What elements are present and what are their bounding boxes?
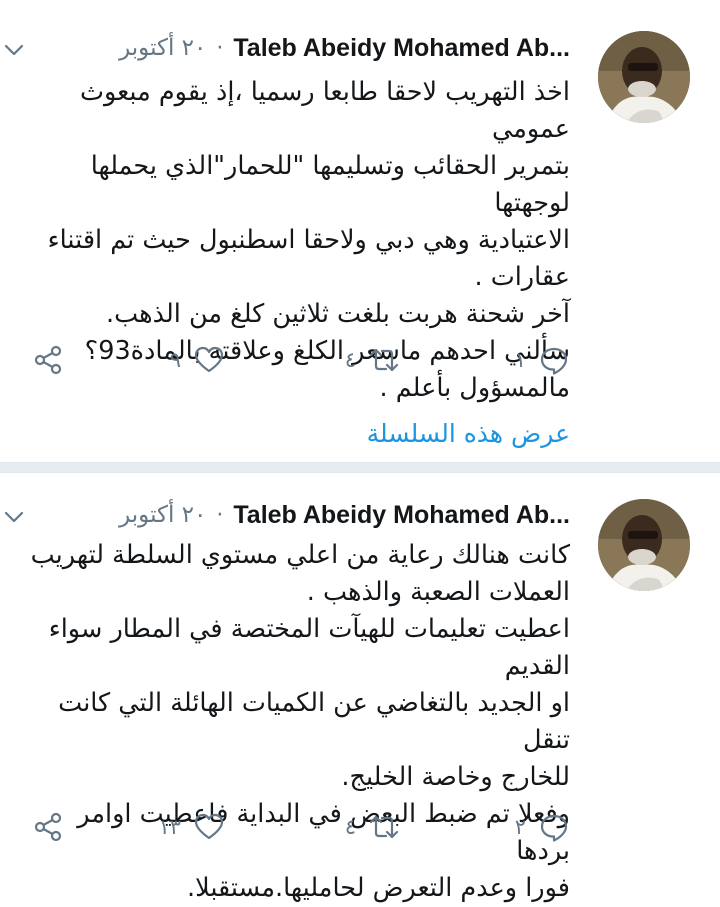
thread-separator	[0, 463, 720, 472]
retweet-button[interactable]: ٤	[333, 340, 400, 380]
tweet-text: كانت هنالك رعاية من اعلي مستوي السلطة لت…	[18, 537, 570, 907]
show-thread-link[interactable]: عرض هذه السلسلة	[367, 416, 570, 452]
text-line: الاعتيادية وهي دبي ولاحقا اسطنبول حيث تم…	[47, 225, 570, 255]
tweet-actions: ٢ ٤ ١٣	[28, 807, 570, 847]
like-count: ٩	[169, 348, 181, 372]
tweet-date[interactable]: ٢٠ أكتوبر	[119, 35, 206, 61]
text-line: للخارج وخاصة الخليج.	[341, 762, 570, 792]
chevron-down-icon[interactable]	[2, 38, 26, 62]
share-icon	[34, 812, 62, 842]
retweet-icon	[369, 815, 399, 839]
text-line: آخر شحنة هربت بلغت ثلاثين كلغ من الذهب.	[106, 299, 570, 329]
tweet-date[interactable]: ٢٠ أكتوبر	[119, 502, 206, 528]
author-name[interactable]: Taleb Abeidy Mohamed Ab...	[233, 34, 570, 63]
avatar-photo	[598, 31, 690, 123]
share-button[interactable]	[32, 807, 64, 847]
reply-button[interactable]: ١	[503, 340, 570, 380]
tweet-header: Taleb Abeidy Mohamed Ab... · ٢٠ أكتوبر	[28, 497, 570, 533]
separator-dot: ·	[216, 35, 224, 61]
retweet-icon	[369, 348, 399, 372]
reply-count: ٢	[514, 815, 526, 839]
reply-icon	[540, 814, 568, 842]
tweet-1[interactable]: Taleb Abeidy Mohamed Ab... · ٢٠ أكتوبر ا…	[0, 0, 720, 462]
avatar[interactable]	[598, 31, 690, 123]
retweet-count: ٤	[344, 348, 356, 372]
text-line: اعطيت تعليمات للهيآت المختصة في المطار س…	[48, 614, 570, 681]
tweet-header: Taleb Abeidy Mohamed Ab... · ٢٠ أكتوبر	[28, 30, 570, 66]
tweet-actions: ١ ٤ ٩	[28, 340, 570, 380]
retweet-count: ٤	[344, 815, 356, 839]
text-line: عقارات .	[474, 262, 570, 292]
share-button[interactable]	[32, 340, 64, 380]
reply-count: ١	[514, 348, 526, 372]
text-line: او الجديد بالتغاضي عن الكميات الهائلة ال…	[58, 688, 570, 755]
text-line: بتمرير الحقائب وتسليمها "للحمار"الذي يحم…	[90, 151, 570, 218]
chevron-down-icon[interactable]	[2, 505, 26, 529]
like-button[interactable]: ٩	[158, 340, 225, 380]
avatar[interactable]	[598, 499, 690, 591]
like-icon	[194, 346, 224, 373]
share-icon	[34, 345, 62, 375]
separator-dot: ·	[216, 502, 224, 528]
tweet-2[interactable]: Taleb Abeidy Mohamed Ab... · ٢٠ أكتوبر ك…	[0, 473, 720, 903]
reply-button[interactable]: ٢	[503, 807, 570, 847]
author-name[interactable]: Taleb Abeidy Mohamed Ab...	[233, 501, 570, 530]
avatar-photo	[598, 499, 690, 591]
text-line: اخذ التهريب لاحقا طابعا رسميا ،إذ يقوم م…	[79, 77, 570, 144]
text-line: كانت هنالك رعاية من اعلي مستوي السلطة لت…	[30, 540, 570, 570]
text-line: فورا وعدم التعرض لحامليها.مستقبلا.	[187, 873, 570, 903]
reply-icon	[540, 347, 568, 375]
retweet-button[interactable]: ٤	[333, 807, 400, 847]
like-button[interactable]: ١٣	[146, 807, 225, 847]
like-icon	[194, 813, 224, 840]
text-line: العملات الصعبة والذهب .	[306, 577, 570, 607]
like-count: ١٣	[158, 815, 181, 839]
